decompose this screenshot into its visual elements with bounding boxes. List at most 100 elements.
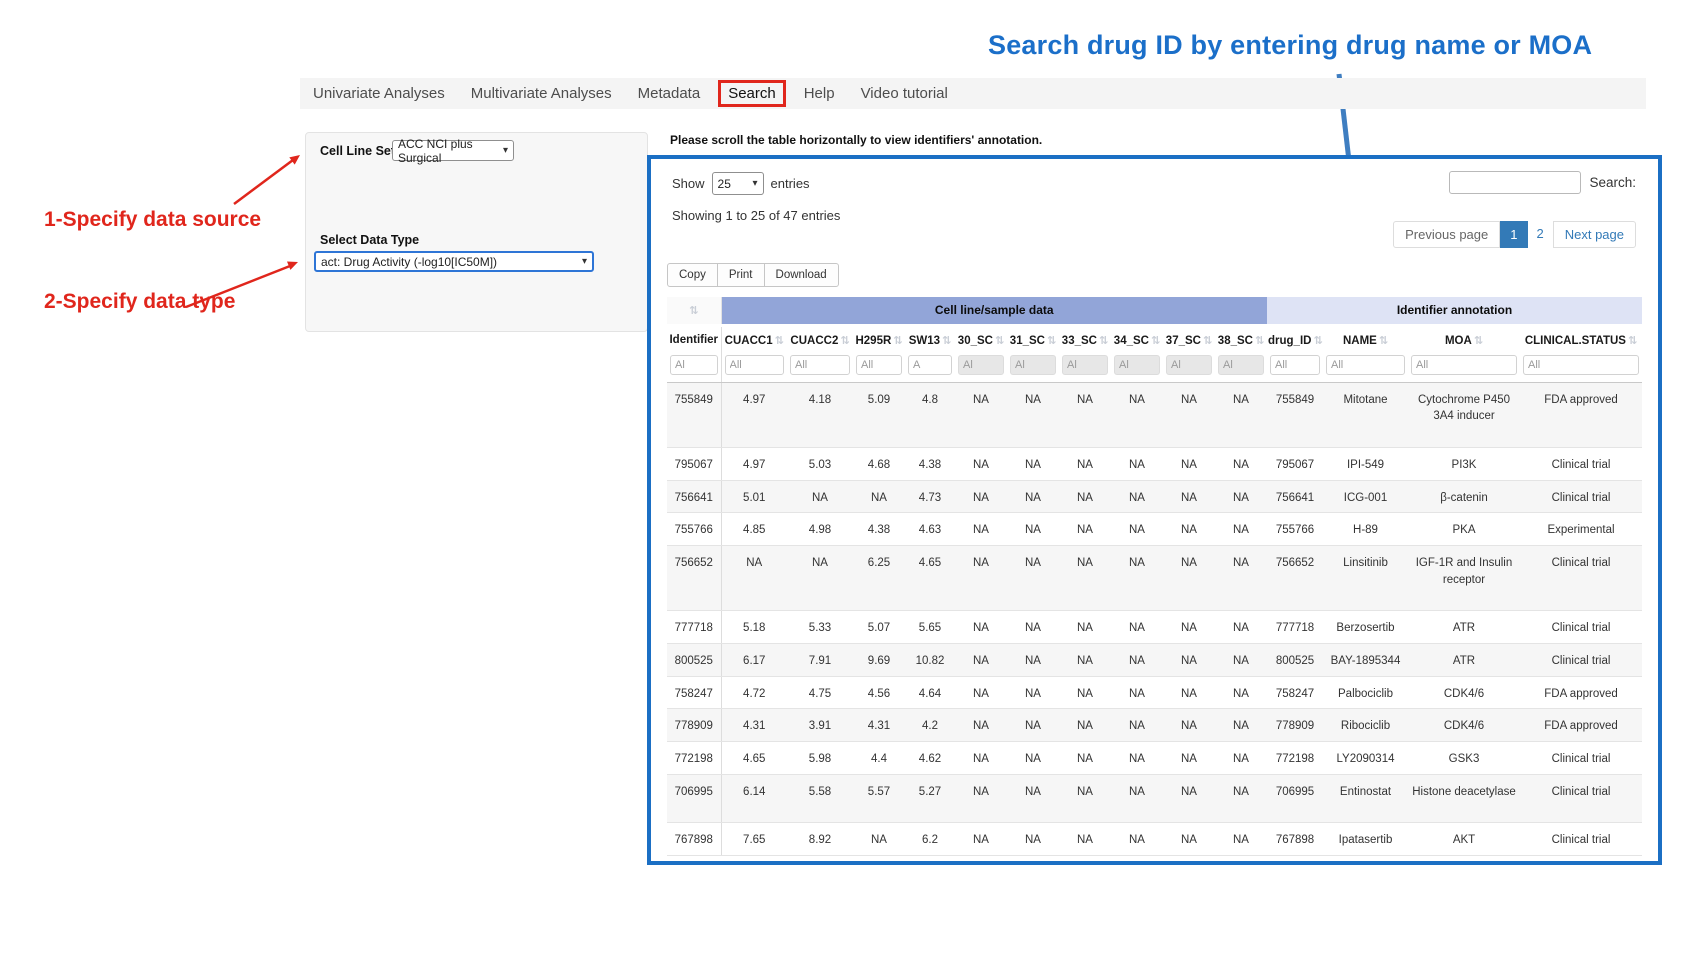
column-header-h295r[interactable]: H295R⇅ <box>853 325 905 352</box>
nav-item-video-tutorial[interactable]: Video tutorial <box>848 85 961 102</box>
column-header-identifier[interactable]: Identifier <box>667 325 721 352</box>
table-cell: 6.25 <box>853 545 905 610</box>
table-cell: NA <box>1215 480 1267 513</box>
filter-input-identifier[interactable] <box>670 355 718 375</box>
page-button-1[interactable]: 1 <box>1500 221 1527 248</box>
table-cell: NA <box>1059 823 1111 856</box>
table-cell: 4.62 <box>905 741 955 774</box>
filter-input-sw13[interactable] <box>908 355 952 375</box>
column-header-drug-id[interactable]: drug_ID⇅ <box>1267 325 1323 352</box>
table-cell: 4.31 <box>853 709 905 742</box>
filter-cell <box>1267 352 1323 383</box>
table-cell: 6.2 <box>905 823 955 856</box>
filter-input-moa[interactable] <box>1411 355 1517 375</box>
table-cell: 778909 <box>1267 709 1323 742</box>
table-cell: NA <box>1111 382 1163 447</box>
column-header-label: 31_SC <box>1010 335 1045 347</box>
filter-input-38-sc <box>1218 355 1264 375</box>
table-cell: FDA approved <box>1520 709 1642 742</box>
table-info: Showing 1 to 25 of 47 entries <box>672 208 840 223</box>
copy-button[interactable]: Copy <box>667 263 718 287</box>
column-header-38-sc[interactable]: 38_SC⇅ <box>1215 325 1267 352</box>
sort-icon: ⇅ <box>995 335 1004 347</box>
table-cell: NA <box>955 382 1007 447</box>
table-cell: NA <box>1163 774 1215 823</box>
table-row: 8005256.177.919.6910.82NANANANANANA80052… <box>667 643 1642 676</box>
nav-item-metadata[interactable]: Metadata <box>625 85 714 102</box>
filter-input-clinical-status[interactable] <box>1523 355 1639 375</box>
sort-icon[interactable]: ⇅ <box>689 305 698 317</box>
column-header-34-sc[interactable]: 34_SC⇅ <box>1111 325 1163 352</box>
filter-input-drug-id[interactable] <box>1270 355 1320 375</box>
column-header-cuacc2[interactable]: CUACC2⇅ <box>787 325 853 352</box>
column-header-moa[interactable]: MOA⇅ <box>1408 325 1520 352</box>
filter-cell <box>853 352 905 383</box>
table-cell: Mitotane <box>1323 382 1408 447</box>
column-header-31-sc[interactable]: 31_SC⇅ <box>1007 325 1059 352</box>
results-table: ⇅Cell line/sample dataIdentifier annotat… <box>667 297 1642 856</box>
filter-input-34-sc <box>1114 355 1160 375</box>
filter-row <box>667 352 1642 383</box>
table-cell: Berzosertib <box>1323 611 1408 644</box>
sort-icon: ⇅ <box>1255 335 1264 347</box>
table-cell: 758247 <box>1267 676 1323 709</box>
column-header-label: drug_ID <box>1268 335 1311 347</box>
column-header-clinical-status[interactable]: CLINICAL.STATUS⇅ <box>1520 325 1642 352</box>
filter-input-h295r[interactable] <box>856 355 902 375</box>
table-cell: 5.58 <box>787 774 853 823</box>
column-header-33-sc[interactable]: 33_SC⇅ <box>1059 325 1111 352</box>
table-cell: 4.31 <box>721 709 787 742</box>
sort-icon: ⇅ <box>775 335 784 347</box>
table-cell: Clinical trial <box>1520 447 1642 480</box>
download-button[interactable]: Download <box>764 263 839 287</box>
table-cell: NA <box>1059 676 1111 709</box>
table-cell: Clinical trial <box>1520 823 1642 856</box>
table-cell: NA <box>955 447 1007 480</box>
table-cell: Clinical trial <box>1520 741 1642 774</box>
table-cell: 5.03 <box>787 447 853 480</box>
table-cell: 6.14 <box>721 774 787 823</box>
table-cell: 5.57 <box>853 774 905 823</box>
nav-item-search[interactable]: Search <box>718 80 786 107</box>
entries-select-value: 25 <box>718 177 731 191</box>
filter-input-name[interactable] <box>1326 355 1405 375</box>
table-cell: NA <box>1007 480 1059 513</box>
table-cell: NA <box>1111 545 1163 610</box>
sort-icon: ⇅ <box>1628 335 1637 347</box>
filter-input-cuacc2[interactable] <box>790 355 850 375</box>
data-type-select[interactable]: act: Drug Activity (-log10[IC50M]) ▾ <box>314 251 594 272</box>
table-cell: 7.65 <box>721 823 787 856</box>
table-cell: 4.38 <box>905 447 955 480</box>
column-header-sw13[interactable]: SW13⇅ <box>905 325 955 352</box>
entries-select[interactable]: 25 ▾ <box>712 172 764 195</box>
column-header-name[interactable]: NAME⇅ <box>1323 325 1408 352</box>
nav-item-multivariate-analyses[interactable]: Multivariate Analyses <box>458 85 625 102</box>
search-input[interactable] <box>1449 171 1581 194</box>
nav-item-univariate-analyses[interactable]: Univariate Analyses <box>300 85 458 102</box>
table-cell: Clinical trial <box>1520 480 1642 513</box>
column-header-cuacc1[interactable]: CUACC1⇅ <box>721 325 787 352</box>
previous-page-button[interactable]: Previous page <box>1393 221 1500 248</box>
table-cell: 4.72 <box>721 676 787 709</box>
table-cell: NA <box>1163 709 1215 742</box>
table-cell: NA <box>1215 382 1267 447</box>
column-header-30-sc[interactable]: 30_SC⇅ <box>955 325 1007 352</box>
table-row: 7678987.658.92NA6.2NANANANANANA767898Ipa… <box>667 823 1642 856</box>
table-cell: NA <box>1163 447 1215 480</box>
table-cell: 5.65 <box>905 611 955 644</box>
column-header-37-sc[interactable]: 37_SC⇅ <box>1163 325 1215 352</box>
table-cell: NA <box>1007 823 1059 856</box>
nav-item-help[interactable]: Help <box>791 85 848 102</box>
group-header-row: ⇅Cell line/sample dataIdentifier annotat… <box>667 297 1642 325</box>
table-cell: NA <box>1059 741 1111 774</box>
next-page-button[interactable]: Next page <box>1553 221 1636 248</box>
table-cell: Palbociclib <box>1323 676 1408 709</box>
export-button-group: CopyPrintDownload <box>667 263 838 287</box>
cell-line-set-select[interactable]: ACC NCI plus Surgical ▾ <box>392 140 514 161</box>
table-cell: NA <box>787 545 853 610</box>
filter-input-cuacc1[interactable] <box>725 355 785 375</box>
print-button[interactable]: Print <box>717 263 765 287</box>
table-cell: 795067 <box>667 447 721 480</box>
page-button-2[interactable]: 2 <box>1528 221 1553 248</box>
sort-icon: ⇅ <box>893 335 902 347</box>
